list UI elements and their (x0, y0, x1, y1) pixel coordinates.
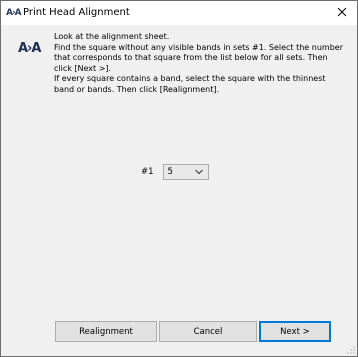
set-1-label: #1 (141, 167, 154, 177)
next-button[interactable]: Next > (259, 321, 331, 342)
realignment-button[interactable]: Realignment (55, 321, 157, 342)
window-title: Print Head Alignment (23, 7, 130, 18)
chevron-down-icon (194, 169, 203, 175)
set-1-selected-value: 5 (167, 167, 173, 177)
instruction-line-3: If every square contains a band, select … (54, 74, 326, 94)
instruction-line-2: Find the square without any visible band… (54, 42, 343, 73)
set-1-row: #1 5 (141, 164, 209, 180)
close-icon[interactable] (335, 5, 349, 19)
instruction-line-1: Look at the alignment sheet. (54, 32, 170, 41)
cancel-button[interactable]: Cancel (159, 321, 257, 342)
set-1-dropdown[interactable]: 5 (162, 164, 209, 180)
instructions-text: Look at the alignment sheet. Find the sq… (54, 32, 344, 95)
epson-app-icon: A›A (6, 8, 22, 18)
title-bar[interactable]: A›A Print Head Alignment (1, 1, 357, 25)
resize-grip-icon[interactable] (347, 346, 355, 354)
alignment-icon: A›A (18, 41, 42, 56)
print-head-alignment-window: A›A Print Head Alignment A›A Look at the… (0, 0, 358, 357)
